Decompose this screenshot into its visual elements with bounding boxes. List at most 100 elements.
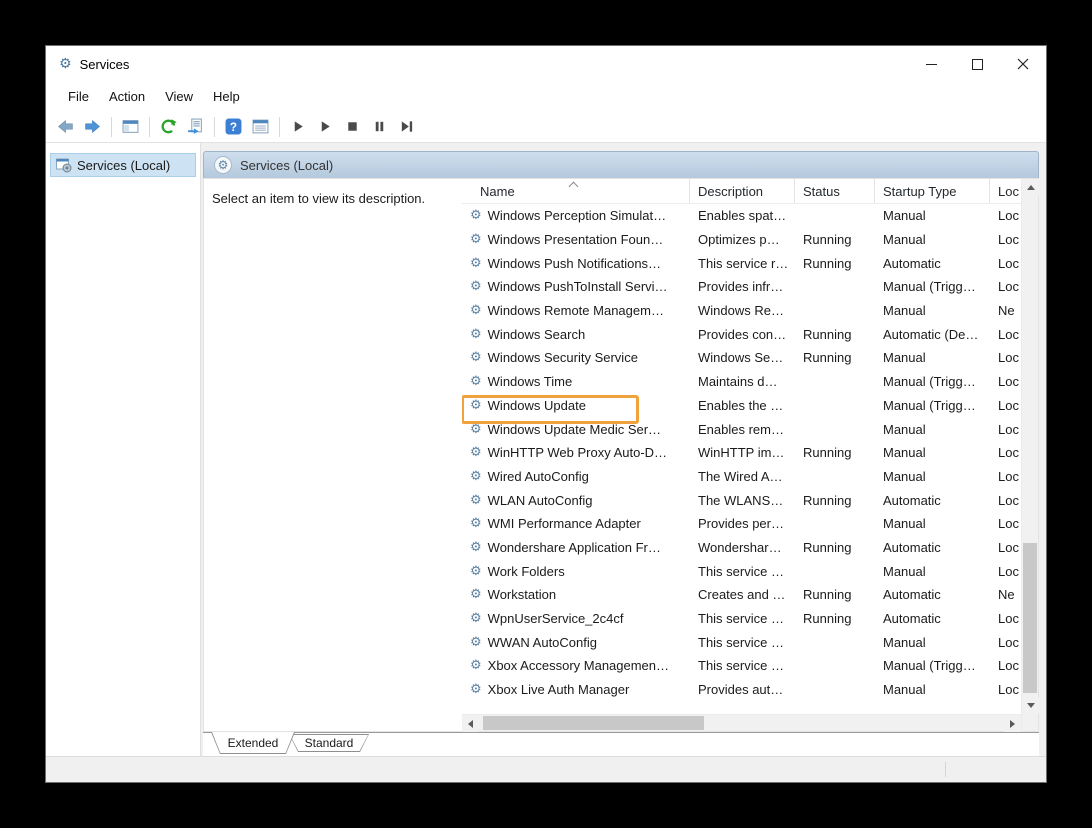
table-row[interactable]: ⚙ Windows PushToInstall Servi… Provides … <box>462 275 1021 299</box>
tab-label: Extended <box>228 736 279 750</box>
menu-help[interactable]: Help <box>203 84 250 109</box>
close-button[interactable] <box>1000 46 1046 82</box>
vertical-scrollbar[interactable] <box>1021 179 1038 731</box>
tree-item-label: Services (Local) <box>77 158 170 173</box>
show-hide-console-tree-button[interactable] <box>117 114 144 140</box>
vertical-scroll-track[interactable] <box>1022 196 1038 697</box>
export-list-button[interactable] <box>182 114 209 140</box>
svg-text:?: ? <box>230 121 237 134</box>
status-bar-divider <box>945 762 946 777</box>
scroll-right-icon <box>1010 720 1015 728</box>
table-row[interactable]: ⚙ Windows Time Maintains d… Manual (Trig… <box>462 370 1021 394</box>
table-row[interactable]: ⚙ Windows Presentation Foun… Optimizes p… <box>462 228 1021 252</box>
cell-description: This service … <box>690 635 795 650</box>
minimize-button[interactable] <box>908 46 954 82</box>
help-button[interactable]: ? <box>220 114 247 140</box>
table-row[interactable]: ⚙ WpnUserService_2c4cf This service … Ru… <box>462 607 1021 631</box>
column-header-log-on-as[interactable]: Loc <box>990 179 1021 203</box>
table-row[interactable]: ⚙ Workstation Creates and … Running Auto… <box>462 583 1021 607</box>
table-row[interactable]: ⚙ Wondershare Application Fr… Wondershar… <box>462 536 1021 560</box>
scroll-left-button[interactable] <box>462 715 479 732</box>
back-button[interactable] <box>52 114 79 140</box>
column-header-startup-type[interactable]: Startup Type <box>875 179 990 203</box>
pause-service-button[interactable] <box>366 114 393 140</box>
horizontal-scroll-thumb[interactable] <box>483 716 704 730</box>
table-row[interactable]: ⚙ Windows Security Service Windows Se… R… <box>462 346 1021 370</box>
cell-service-name: ⚙ Windows Push Notifications… <box>462 256 690 271</box>
table-row[interactable]: ⚙ Work Folders This service … Manual Loc <box>462 559 1021 583</box>
scroll-up-icon <box>1027 185 1035 190</box>
column-header-name[interactable]: Name <box>462 179 690 203</box>
cell-status: Running <box>795 232 875 247</box>
table-row[interactable]: ⚙ WWAN AutoConfig This service … Manual … <box>462 630 1021 654</box>
service-gear-icon: ⚙ <box>470 423 482 436</box>
cell-log-on-as: Loc <box>990 232 1021 247</box>
cell-status: Running <box>795 540 875 555</box>
cell-log-on-as: Loc <box>990 445 1021 460</box>
forward-icon <box>84 118 101 135</box>
cell-service-name: ⚙ WpnUserService_2c4cf <box>462 611 690 626</box>
table-row[interactable]: ⚙ Windows Perception Simulat… Enables sp… <box>462 204 1021 228</box>
scroll-down-icon <box>1027 703 1035 708</box>
resume-service-button[interactable] <box>312 114 339 140</box>
table-row[interactable]: ⚙ Windows Update Enables the … Manual (T… <box>462 394 1021 418</box>
cell-status: Running <box>795 350 875 365</box>
column-header-description[interactable]: Description <box>690 179 795 203</box>
table-row[interactable]: ⚙ Xbox Accessory Managemen… This service… <box>462 654 1021 678</box>
cell-description: Wondershar… <box>690 540 795 555</box>
menu-view[interactable]: View <box>155 84 203 109</box>
column-header-status[interactable]: Status <box>795 179 875 203</box>
table-row[interactable]: ⚙ WLAN AutoConfig The WLANS… Running Aut… <box>462 488 1021 512</box>
stop-service-button[interactable] <box>339 114 366 140</box>
restart-service-button[interactable] <box>393 114 420 140</box>
cell-startup-type: Automatic <box>875 587 990 602</box>
scroll-right-button[interactable] <box>1004 715 1021 732</box>
table-row[interactable]: ⚙ WinHTTP Web Proxy Auto-D… WinHTTP im… … <box>462 441 1021 465</box>
cell-log-on-as: Loc <box>990 208 1021 223</box>
service-name-text: Workstation <box>488 587 556 602</box>
tree-item-services-local[interactable]: Services (Local) <box>50 153 196 177</box>
table-row[interactable]: ⚙ Xbox Live Auth Manager Provides aut… M… <box>462 678 1021 702</box>
service-gear-icon: ⚙ <box>470 470 482 483</box>
vertical-scroll-thumb[interactable] <box>1023 543 1037 693</box>
refresh-button[interactable] <box>155 114 182 140</box>
cell-startup-type: Automatic <box>875 611 990 626</box>
services-node-icon <box>56 157 72 173</box>
table-row[interactable]: ⚙ Windows Push Notifications… This servi… <box>462 251 1021 275</box>
cell-log-on-as: Loc <box>990 540 1021 555</box>
start-service-button[interactable] <box>285 114 312 140</box>
cell-description: Optimizes p… <box>690 232 795 247</box>
show-hide-console-tree-icon <box>122 118 139 135</box>
service-gear-icon: ⚙ <box>470 612 482 625</box>
tab-standard[interactable]: Standard <box>289 734 369 752</box>
properties-button[interactable] <box>247 114 274 140</box>
toolbar-separator <box>111 117 112 137</box>
cell-log-on-as: Loc <box>990 350 1021 365</box>
tab-extended[interactable]: Extended <box>211 732 295 754</box>
forward-button[interactable] <box>79 114 106 140</box>
cell-startup-type: Manual <box>875 682 990 697</box>
cell-log-on-as: Loc <box>990 374 1021 389</box>
maximize-button[interactable] <box>954 46 1000 82</box>
cell-service-name: ⚙ WWAN AutoConfig <box>462 635 690 650</box>
start-service-icon <box>291 119 306 134</box>
scroll-down-button[interactable] <box>1022 697 1039 714</box>
table-row[interactable]: ⚙ Windows Update Medic Ser… Enables rem…… <box>462 417 1021 441</box>
cell-description: Maintains d… <box>690 374 795 389</box>
cell-description: Windows Re… <box>690 303 795 318</box>
menu-file[interactable]: File <box>58 84 99 109</box>
horizontal-scrollbar[interactable] <box>462 714 1021 731</box>
table-row[interactable]: ⚙ WMI Performance Adapter Provides per… … <box>462 512 1021 536</box>
table-row[interactable]: ⚙ Wired AutoConfig The Wired A… Manual L… <box>462 465 1021 489</box>
service-gear-icon: ⚙ <box>470 280 482 293</box>
table-row[interactable]: ⚙ Windows Search Provides con… Running A… <box>462 322 1021 346</box>
horizontal-scroll-track[interactable] <box>479 715 1004 731</box>
scroll-up-button[interactable] <box>1022 179 1039 196</box>
service-name-text: WMI Performance Adapter <box>488 516 641 531</box>
menu-action[interactable]: Action <box>99 84 155 109</box>
window-title: Services <box>80 57 130 72</box>
service-name-text: WpnUserService_2c4cf <box>488 611 624 626</box>
table-row[interactable]: ⚙ Windows Remote Managem… Windows Re… Ma… <box>462 299 1021 323</box>
view-tabs: Extended Standard <box>203 732 1039 756</box>
description-pane: Select an item to view its description. <box>204 179 462 731</box>
